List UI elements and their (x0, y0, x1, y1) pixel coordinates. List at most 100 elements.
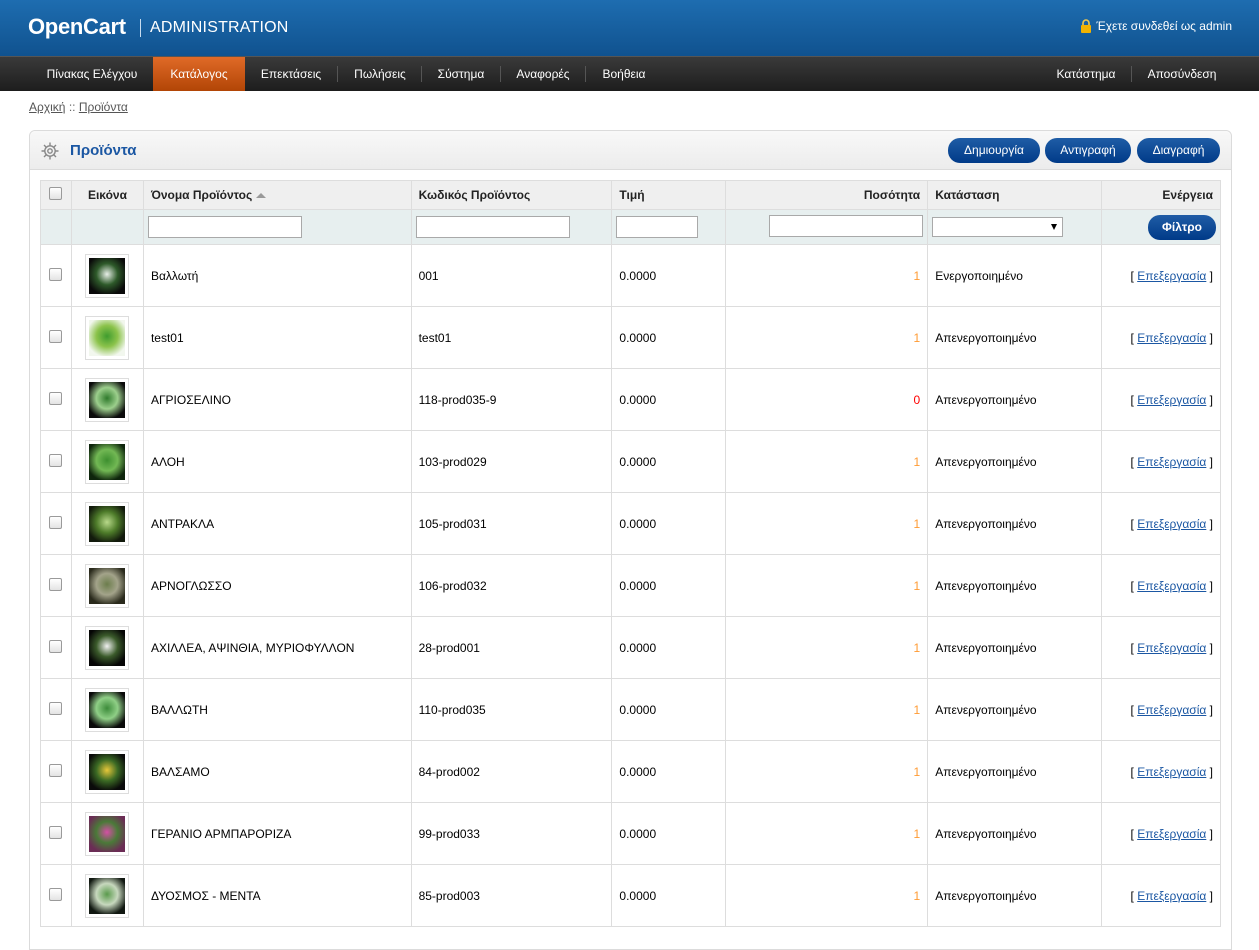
header-quantity[interactable]: Ποσότητα (725, 180, 929, 210)
row-checkbox[interactable] (49, 577, 63, 591)
product-action-cell: [ Επεξεργασία ] (1101, 864, 1221, 927)
row-checkbox[interactable] (49, 887, 63, 901)
row-checkbox[interactable] (49, 453, 63, 467)
row-checkbox[interactable] (49, 701, 63, 715)
header-model[interactable]: Κωδικός Προϊόντος (411, 180, 613, 210)
product-model: 105-prod031 (411, 492, 613, 555)
product-status: Απενεργοποιημένο (927, 306, 1103, 369)
row-select-cell (40, 430, 72, 493)
product-model: 28-prod001 (411, 616, 613, 679)
edit-link[interactable]: Επεξεργασία (1137, 765, 1206, 779)
product-thumbnail (85, 873, 130, 918)
edit-link[interactable]: Επεξεργασία (1137, 331, 1206, 345)
menu-divider (1131, 66, 1132, 82)
page-title: Προϊόντα (70, 142, 137, 159)
header-status[interactable]: Κατάσταση (927, 180, 1103, 210)
product-model: 103-prod029 (411, 430, 613, 493)
header-name-label[interactable]: Όνομα Προϊόντος (151, 188, 252, 202)
menu-item-logout[interactable]: Αποσύνδεση (1136, 57, 1228, 91)
edit-link[interactable]: Επεξεργασία (1137, 703, 1206, 717)
menu-item-store[interactable]: Κατάστημα (1046, 57, 1126, 91)
filter-status-select[interactable] (932, 217, 1064, 237)
edit-link[interactable]: Επεξεργασία (1137, 579, 1206, 593)
product-model: 001 (411, 244, 613, 307)
row-checkbox[interactable] (49, 329, 63, 343)
opencart-logo[interactable]: OpenCart (28, 14, 126, 40)
create-button[interactable]: Δημιουργία (948, 138, 1040, 163)
product-name: ΔΥΟΣΜΟΣ - ΜΕΝΤΑ (143, 864, 412, 927)
filter-button[interactable]: Φίλτρο (1148, 214, 1216, 240)
product-action-cell: [ Επεξεργασία ] (1101, 430, 1221, 493)
table-row: ΑΧΙΛΛΕΑ, ΑΨΙΝΘΙΑ, ΜΥΡΙΟΦΥΛΛΟΝ 28-prod001 0… (40, 616, 1221, 679)
edit-link[interactable]: Επεξεργασία (1137, 889, 1206, 903)
product-price: 0.0000 (611, 740, 727, 803)
product-name: ΒΑΛΣΑΜΟ (143, 740, 412, 803)
admin-title: ADMINISTRATION (150, 19, 289, 36)
product-name: ΓΕΡΑΝΙΟ ΑΡΜΠΑΡΟΡΙΖΑ (143, 802, 412, 865)
edit-link[interactable]: Επεξεργασία (1137, 827, 1206, 841)
delete-button[interactable]: Διαγραφή (1137, 138, 1220, 163)
menu-item-sales[interactable]: Πωλήσεις (340, 57, 420, 91)
row-select-cell (40, 368, 72, 431)
table-row: ΑΛΟΗ 103-prod029 0.0000 1 Απενεργοποιημένο[ … (40, 430, 1221, 493)
product-quantity: 1 (725, 492, 929, 555)
gear-icon (40, 141, 60, 161)
table-row: ΓΕΡΑΝΙΟ ΑΡΜΠΑΡΟΡΙΖΑ 99-prod033 0.0000 1 Απεν… (40, 802, 1221, 865)
product-thumbnail-image (89, 505, 126, 542)
table-row: ΑΡΝΟΓΛΩΣΣΟ 106-prod032 0.0000 1 Απενεργοποιη… (40, 554, 1221, 617)
product-model: 106-prod032 (411, 554, 613, 617)
row-select-cell (40, 306, 72, 369)
filter-name-input[interactable] (147, 216, 302, 238)
table-row: ΒΑΛΛΩΤΗ 110-prod035 0.0000 1 Απενεργοποιημέν… (40, 678, 1221, 741)
row-checkbox[interactable] (49, 267, 63, 281)
menu-item-extensions[interactable]: Επεκτάσεις (249, 57, 333, 91)
menu-item-reports[interactable]: Αναφορές (503, 57, 583, 91)
product-quantity: 1 (725, 306, 929, 369)
product-name: ΑΓΡΙΟΣΕΛΙΝΟ (143, 368, 412, 431)
product-thumbnail (85, 377, 130, 422)
edit-link[interactable]: Επεξεργασία (1137, 269, 1206, 283)
menu-item-catalog[interactable]: Κατάλογος (153, 57, 245, 91)
product-image-cell (71, 616, 144, 679)
select-all-checkbox[interactable] (49, 187, 63, 200)
row-checkbox[interactable] (49, 515, 63, 529)
row-checkbox[interactable] (49, 763, 63, 777)
edit-link[interactable]: Επεξεργασία (1137, 455, 1206, 469)
product-thumbnail (85, 501, 130, 546)
product-image-cell (71, 430, 144, 493)
menu-item-dashboard[interactable]: Πίνακας Ελέγχου (36, 57, 148, 91)
product-image-cell (71, 306, 144, 369)
product-thumbnail (85, 253, 130, 298)
filter-model-input[interactable] (415, 216, 570, 238)
breadcrumb: Αρχική :: Προϊόντα (29, 100, 128, 114)
product-thumbnail-image (89, 629, 126, 666)
table-row: ΑΝΤΡΑΚΛΑ 105-prod031 0.0000 1 Απενεργοποιημέ… (40, 492, 1221, 555)
filter-price-input[interactable] (616, 216, 699, 238)
filter-quantity-input[interactable] (769, 214, 924, 237)
copy-button[interactable]: Αντιγραφή (1045, 138, 1131, 163)
product-name: test01 (143, 306, 412, 369)
product-name: ΒΑΛΛΩΤΗ (143, 678, 412, 741)
product-model: 110-prod035 (411, 678, 613, 741)
product-action-cell: [ Επεξεργασία ] (1101, 492, 1221, 555)
edit-link[interactable]: Επεξεργασία (1137, 641, 1206, 655)
product-status: Ενεργοποιημένο (927, 244, 1103, 307)
edit-link[interactable]: Επεξεργασία (1137, 393, 1206, 407)
header-name[interactable]: Όνομα Προϊόντος (143, 180, 412, 210)
product-price: 0.0000 (611, 306, 727, 369)
row-checkbox[interactable] (49, 639, 63, 653)
breadcrumb-current[interactable]: Προϊόντα (79, 100, 128, 114)
menu-item-help[interactable]: Βοήθεια (588, 57, 660, 91)
product-thumbnail (85, 749, 130, 794)
edit-link[interactable]: Επεξεργασία (1137, 517, 1206, 531)
row-checkbox[interactable] (49, 825, 63, 839)
table-row: ΑΓΡΙΟΣΕΛΙΝΟ 118-prod035-9 0.0000 0 Απενεργοπ… (40, 368, 1221, 431)
row-checkbox[interactable] (49, 391, 63, 405)
product-thumbnail (85, 625, 130, 670)
product-quantity: 1 (725, 554, 929, 617)
menu-item-system[interactable]: Σύστημα (424, 57, 498, 91)
breadcrumb-home[interactable]: Αρχική (29, 100, 65, 114)
product-thumbnail-image (89, 691, 126, 728)
menu-divider (421, 66, 422, 82)
header-price[interactable]: Τιμή (611, 180, 727, 210)
